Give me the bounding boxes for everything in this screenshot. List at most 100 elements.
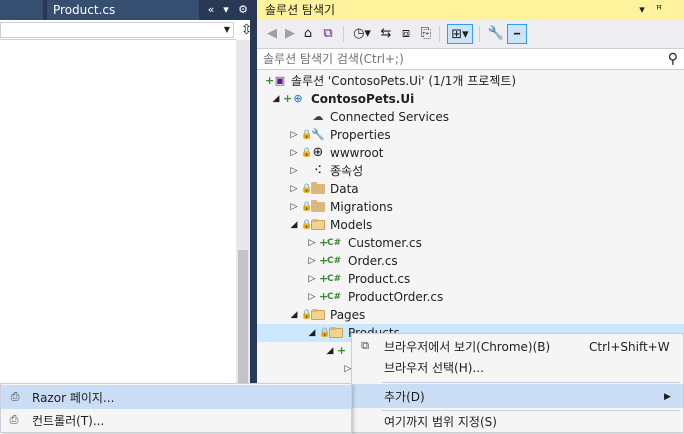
lock-icon: 🔒 (301, 220, 313, 230)
collapse-icon[interactable]: ◢ (307, 324, 317, 342)
solution-explorer-toolbar: ◀ ▶ ⌂ ⧉ ◷▾ ⇆ ⧈ ⎘ ⊞▾ 🔧 ━ (257, 20, 684, 48)
lock-icon: 🔒 (301, 184, 313, 194)
browser-view-icon: ⧉ (361, 339, 369, 352)
open-folder-icon (311, 309, 325, 320)
collapse-icon[interactable]: ◢ (289, 306, 299, 324)
submenu-arrow-icon: ▶ (664, 392, 671, 402)
forward-icon[interactable]: ▶ (281, 24, 299, 44)
window-options-icon[interactable]: ▾ (635, 0, 649, 20)
razor-page-icon: ⎙ (10, 390, 20, 403)
open-folder-icon (311, 219, 325, 230)
folder-icon (311, 182, 325, 194)
tree-row-pages[interactable]: ◢ 🔒 Pages (257, 306, 684, 324)
add-pending-icon: + (265, 74, 275, 87)
tree-row-product-cs[interactable]: ▷ + C# Product.cs (257, 270, 684, 288)
expand-icon[interactable]: ▷ (307, 234, 317, 252)
toolbar-separator (479, 26, 480, 42)
document-tab-bar: Product.cs « ▾ ⚙ (0, 0, 257, 20)
add-pending-icon: + (283, 92, 293, 105)
tree-row-solution[interactable]: + ▣ 솔루션 'ContosoPets.Ui' (1/1개 프로젝트) (257, 72, 684, 90)
csharp-file-icon: C# (327, 238, 342, 248)
cloud-icon: ☁ (312, 110, 324, 123)
member-dropdown[interactable]: ▼ (0, 22, 234, 38)
context-menu: ⧉ 브라우저에서 보기(Chrome)(B) Ctrl+Shift+W 브라우저… (351, 333, 684, 433)
tree-row-productorder-cs[interactable]: ▷ + C# ProductOrder.cs (257, 288, 684, 306)
csharp-file-icon: C# (327, 256, 342, 266)
collapse-icon[interactable]: ◢ (325, 342, 335, 360)
csharp-file-icon: C# (327, 292, 342, 302)
menu-separator (382, 382, 680, 383)
tab-list-dropdown-icon[interactable]: ▾ (219, 0, 233, 20)
history-icon[interactable]: ◷▾ (349, 24, 375, 44)
open-folder-icon (329, 327, 343, 338)
tree-view-icon[interactable]: ⊞▾ (447, 24, 473, 44)
chevron-down-icon: ▼ (223, 25, 230, 34)
search-icon[interactable]: ⚲ (668, 50, 678, 68)
tree-row-properties[interactable]: ▷ 🔒 🔧 Properties (257, 126, 684, 144)
back-icon[interactable]: ◀ (263, 24, 281, 44)
web-project-icon: ⊕ (293, 92, 303, 105)
add-pending-icon: + (319, 236, 329, 249)
solution-explorer-title: 솔루션 탐색기 (265, 3, 336, 17)
tree-row-customer-cs[interactable]: ▷ + C# Customer.cs (257, 234, 684, 252)
expand-icon[interactable]: ▷ (307, 270, 317, 288)
home-icon[interactable]: ⌂ (299, 24, 317, 44)
menu-item-controller[interactable]: ⎙ 컨트롤러(T)... (1, 409, 351, 433)
tab-overflow-icon[interactable]: « (204, 0, 218, 20)
lock-icon: 🔒 (319, 328, 331, 338)
tree-row-order-cs[interactable]: ▷ + C# Order.cs (257, 252, 684, 270)
expand-icon[interactable]: ▷ (289, 198, 299, 216)
lock-icon: 🔒 (301, 202, 313, 212)
lock-icon: 🔒 (301, 130, 313, 140)
sync-icon[interactable]: ⇆ (377, 24, 395, 44)
panel-divider[interactable] (250, 0, 257, 433)
preview-icon[interactable]: ━ (507, 24, 527, 44)
solution-explorer-search: ⚲ (257, 48, 684, 70)
vertical-scrollbar[interactable] (236, 40, 250, 385)
tree-row-wwwroot[interactable]: ▷ 🔒 ⊕ wwwroot (257, 144, 684, 162)
expand-icon[interactable]: ◢ (271, 90, 281, 108)
lock-icon: 🔒 (301, 148, 313, 158)
menu-item-scope-to-this[interactable]: 여기까지 범위 지정(S) (352, 410, 683, 434)
tree-row-dependencies[interactable]: ▷ ⠪ 종속성 (257, 162, 684, 180)
controller-icon: ⎙ (9, 413, 19, 426)
collapse-icon[interactable]: ⧈ (397, 24, 415, 44)
tree-row-models[interactable]: ◢ 🔒 Models (257, 216, 684, 234)
code-editor[interactable] (0, 0, 257, 433)
dependencies-icon: ⠪ (313, 164, 323, 177)
toolbar-separator (439, 26, 440, 42)
add-pending-icon: + (319, 290, 329, 303)
tab-settings-icon[interactable]: ⚙ (236, 0, 250, 20)
menu-item-browse-with[interactable]: 브라우저 선택(H)... (352, 356, 683, 380)
collapse-icon[interactable]: ◢ (289, 216, 299, 234)
expand-icon[interactable]: ▷ (307, 288, 317, 306)
csharp-file-icon: C# (327, 274, 342, 284)
tree-row-project[interactable]: ◢ + ⊕ ContosoPets.Ui (257, 90, 684, 108)
show-all-icon[interactable]: ⎘ (417, 24, 435, 44)
tree-row-migrations[interactable]: ▷ 🔒 Migrations (257, 198, 684, 216)
menu-item-add[interactable]: 추가(D) ▶ (352, 384, 683, 408)
solution-explorer-title-bar: 솔루션 탐색기 ▾ ꟸ (257, 0, 684, 20)
search-input[interactable] (263, 51, 653, 67)
expand-icon[interactable]: ▷ (307, 252, 317, 270)
solution-icon: ▣ (274, 74, 286, 87)
wrench-icon[interactable]: 🔧 (487, 24, 505, 44)
tree-row-data[interactable]: ▷ 🔒 Data (257, 180, 684, 198)
expand-icon[interactable]: ▷ (289, 144, 299, 162)
document-tab-product-cs[interactable]: Product.cs (47, 0, 199, 20)
scrollbar-thumb[interactable] (238, 250, 248, 385)
lock-icon: 🔒 (301, 310, 313, 320)
menu-item-razor-page[interactable]: ⎙ Razor 페이지... (1, 385, 351, 409)
expand-icon[interactable]: ▷ (289, 126, 299, 144)
add-pending-icon: + (319, 254, 329, 267)
wrench-folder-icon: 🔧 (311, 128, 325, 141)
expand-icon[interactable]: ▷ (289, 180, 299, 198)
expand-icon[interactable]: ▷ (289, 162, 299, 180)
tree-row-connected-services[interactable]: ☁ Connected Services (257, 108, 684, 126)
pin-icon[interactable]: ꟸ (652, 0, 666, 20)
globe-icon: ⊕ (312, 145, 324, 160)
add-pending-icon: + (319, 272, 329, 285)
document-tab[interactable] (0, 0, 43, 20)
add-pending-icon: + (337, 344, 347, 357)
vs-icon[interactable]: ⧉ (319, 24, 337, 44)
